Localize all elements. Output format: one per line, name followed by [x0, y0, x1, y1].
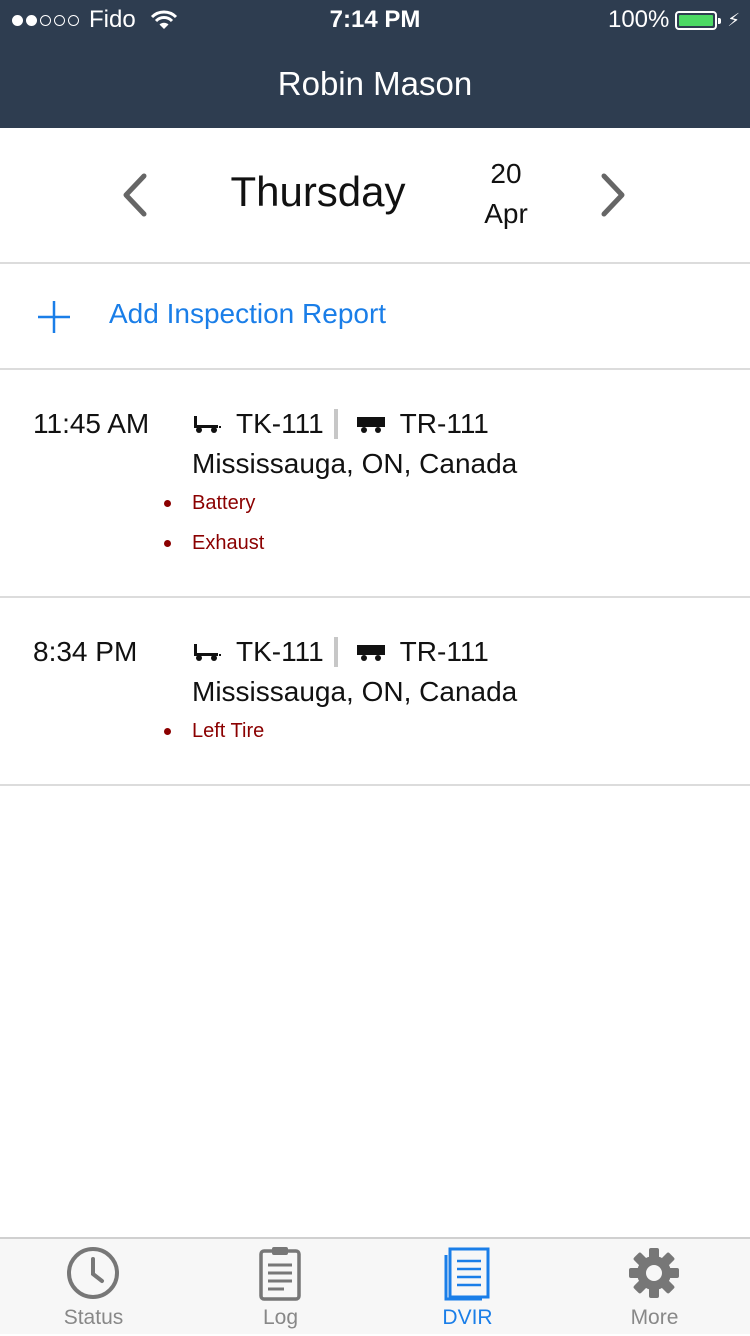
defect-item: Exhaust	[164, 532, 264, 555]
bullet-icon	[164, 728, 171, 735]
next-day-button[interactable]	[598, 172, 628, 218]
defect-item: Left Tire	[164, 720, 264, 743]
charging-icon: ⚡	[727, 9, 740, 30]
date-selector: Thursday 20 Apr	[0, 128, 750, 264]
trailer-icon	[356, 645, 385, 661]
bullet-icon	[164, 540, 171, 547]
document-icon	[444, 1247, 490, 1301]
tab-log[interactable]: Log	[187, 1239, 374, 1336]
inspection-report-row[interactable]: 8:34 PM TK-111 TR-111 Mississauga, ON, C…	[0, 598, 750, 786]
status-bar: Fido 7:14 PM 100% ⚡	[0, 0, 750, 40]
tab-label: More	[630, 1306, 679, 1329]
tab-label: Status	[63, 1306, 124, 1329]
trailer-id: TR-111	[399, 408, 489, 439]
tab-bar: Status Log DVIR More	[0, 1237, 750, 1334]
tab-dvir[interactable]: DVIR	[374, 1239, 561, 1336]
day-name: Thursday	[230, 168, 406, 215]
report-vehicles: TK-111 TR-111	[192, 408, 489, 440]
report-time: 8:34 PM	[33, 636, 138, 667]
clipboard-icon	[259, 1247, 301, 1301]
defect-label: Left Tire	[192, 720, 265, 742]
tab-label: Log	[262, 1306, 299, 1329]
battery-percent: 100%	[607, 6, 670, 33]
battery-status: 100% ⚡	[608, 6, 740, 34]
clock-icon	[67, 1247, 119, 1299]
trailer-icon	[356, 417, 385, 433]
gear-icon	[629, 1248, 679, 1298]
vehicle-separator	[333, 637, 338, 667]
bullet-icon	[164, 500, 171, 507]
truck-icon	[194, 416, 221, 433]
report-time: 11:45 AM	[33, 408, 150, 439]
add-inspection-report-button[interactable]: Add Inspection Report	[0, 264, 750, 370]
add-inspection-report-label: Add Inspection Report	[109, 298, 387, 329]
defect-label: Battery	[192, 492, 256, 514]
defect-item: Battery	[164, 492, 255, 515]
report-location: Mississauga, ON, Canada	[192, 676, 518, 707]
report-vehicles: TK-111 TR-111	[192, 636, 489, 668]
plus-icon	[38, 301, 70, 333]
trailer-id: TR-111	[399, 636, 489, 667]
truck-id: TK-111	[236, 408, 324, 439]
report-location: Mississauga, ON, Canada	[192, 448, 518, 479]
tab-more[interactable]: More	[561, 1239, 748, 1336]
page-title: Robin Mason	[277, 65, 473, 102]
inspection-report-row[interactable]: 11:45 AM TK-111 TR-111 Mississauga, ON, …	[0, 370, 750, 598]
previous-day-button[interactable]	[120, 172, 150, 218]
truck-id: TK-111	[236, 636, 324, 667]
tab-label: DVIR	[442, 1306, 493, 1329]
vehicle-separator	[333, 409, 338, 439]
truck-icon	[194, 644, 221, 661]
day-number: 20	[490, 158, 522, 189]
day-month: Apr	[484, 198, 528, 229]
top-bar: Fido 7:14 PM 100% ⚡ Robin Mason	[0, 0, 750, 128]
tab-status[interactable]: Status	[0, 1239, 187, 1336]
battery-icon	[675, 10, 722, 30]
defect-label: Exhaust	[192, 532, 265, 554]
